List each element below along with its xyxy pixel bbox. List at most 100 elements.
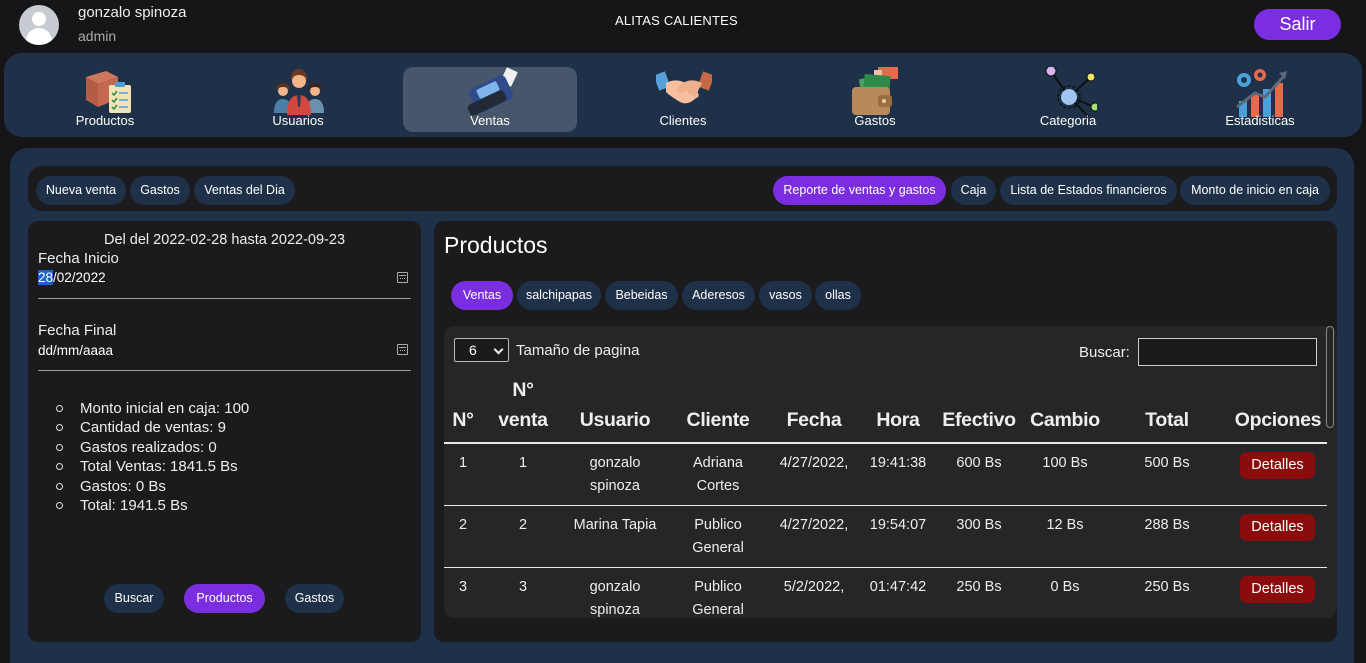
tab-salchipapas[interactable]: salchipapas	[517, 281, 601, 310]
nav-label: Clientes	[659, 113, 707, 128]
expenses-button[interactable]: Gastos	[130, 176, 190, 205]
search-input[interactable]	[1138, 338, 1317, 366]
summary-total: Total: 1941.5 Bs	[55, 496, 249, 515]
daily-sales-button[interactable]: Ventas del Dia	[194, 176, 295, 205]
start-date-input[interactable]: 28/02/2022	[38, 270, 106, 285]
cell-usuario: Marina Tapia	[560, 514, 670, 537]
cell-venta: 2	[518, 517, 528, 533]
col-idx: N°	[452, 409, 474, 431]
calendar-icon[interactable]	[397, 344, 408, 355]
start-date-underline	[38, 298, 411, 299]
details-button[interactable]: Detalles	[1240, 514, 1315, 541]
tab-aderesos[interactable]: Aderesos	[682, 281, 755, 310]
expenses-report-button[interactable]: Gastos	[285, 584, 344, 613]
row-divider	[444, 505, 1327, 506]
products-title: Productos	[444, 232, 548, 258]
cell-usuario-line1: gonzalo	[589, 579, 641, 595]
start-date-rest: /02/2022	[53, 270, 106, 285]
nav-item-categoria[interactable]: Categoria	[981, 67, 1155, 132]
search-report-button[interactable]: Buscar	[104, 584, 164, 613]
cell-hora: 19:54:07	[869, 517, 927, 533]
nav-item-clientes[interactable]: Clientes	[596, 67, 770, 132]
wallet-money-icon	[852, 67, 898, 115]
col-venta-line1: N°	[512, 379, 534, 401]
nav-item-ventas[interactable]: Ventas	[403, 67, 577, 132]
cell-cliente-line2: General	[692, 602, 744, 618]
nav-item-gastos[interactable]: Gastos	[788, 67, 962, 132]
nav-item-usuarios[interactable]: Usuarios	[211, 67, 385, 132]
cell-usuario-line2: spinoza	[590, 478, 640, 494]
cell-idx: 3	[458, 579, 468, 595]
start-date-label: Fecha Inicio	[38, 250, 119, 267]
tab-vasos[interactable]: vasos	[759, 281, 812, 310]
network-nodes-icon	[1045, 67, 1097, 117]
end-date-underline	[38, 370, 411, 371]
cell-hora: 01:47:42	[869, 579, 927, 595]
cell-cliente-line2: Cortes	[696, 478, 740, 494]
tab-ventas[interactable]: Ventas	[451, 281, 513, 310]
col-total: Total	[1145, 409, 1189, 431]
cell-fecha: 4/27/2022,	[779, 517, 849, 533]
calendar-icon[interactable]	[397, 272, 408, 283]
summary-sales-count: Cantidad de ventas: 9	[55, 418, 249, 437]
col-venta-line2: venta	[498, 409, 548, 431]
details-button[interactable]: Detalles	[1240, 576, 1315, 603]
cell-venta: 3	[518, 579, 528, 595]
nav-label: Estadisticas	[1225, 113, 1295, 128]
cell-efectivo: 600 Bs	[956, 455, 1002, 471]
tab-ollas[interactable]: ollas	[815, 281, 861, 310]
cell-cambio: 12 Bs	[1046, 517, 1084, 533]
col-fecha: Fecha	[786, 409, 842, 431]
tab-bebeidas[interactable]: Bebeidas	[605, 281, 678, 310]
col-efectivo: Efectivo	[942, 409, 1016, 431]
cell-cliente: Adriana Cortes	[673, 452, 763, 498]
cell-efectivo: 300 Bs	[956, 517, 1002, 533]
cell-cambio: 0 Bs	[1050, 579, 1080, 595]
cell-idx: 2	[458, 517, 468, 533]
financial-statements-button[interactable]: Lista de Estados financieros	[1000, 176, 1177, 205]
cell-usuario-line2: spinoza	[590, 602, 640, 618]
new-sale-button[interactable]: Nueva venta	[36, 176, 126, 205]
table-header-divider	[444, 442, 1327, 444]
cell-usuario: gonzalo spinoza	[560, 576, 670, 622]
cell-total: 288 Bs	[1144, 517, 1190, 533]
cell-cliente-line1: Publico	[694, 579, 742, 595]
nav-item-productos[interactable]: Productos	[18, 67, 192, 132]
nav-label: Categoria	[1039, 113, 1097, 128]
nav-label: Usuarios	[272, 113, 324, 128]
cell-usuario-line1: gonzalo	[589, 455, 641, 471]
nav-item-estadisticas[interactable]: Estadisticas	[1173, 67, 1347, 132]
cell-fecha: 4/27/2022,	[779, 455, 849, 471]
summary-total-sales: Total Ventas: 1841.5 Bs	[55, 457, 249, 476]
cell-total: 250 Bs	[1144, 579, 1190, 595]
table-scrollbar[interactable]	[1326, 326, 1334, 428]
user-name: gonzalo spinoza	[78, 4, 187, 21]
col-hora: Hora	[876, 409, 920, 431]
search-label: Buscar:	[1079, 344, 1130, 361]
products-report-button[interactable]: Productos	[184, 584, 265, 613]
report-button[interactable]: Reporte de ventas y gastos	[773, 176, 946, 205]
cell-cliente: Publico General	[673, 514, 763, 560]
cell-cliente-line1: Adriana	[693, 455, 743, 471]
top-bar: gonzalo spinoza admin ALITAS CALIENTES S…	[0, 0, 1366, 52]
cell-cliente-line1: Publico	[694, 517, 742, 533]
date-range-text: Del del 2022-02-28 hasta 2022-09-23	[103, 232, 346, 248]
report-summary-list: Monto inicial en caja: 100 Cantidad de v…	[55, 399, 249, 515]
page-size-label: Tamaño de pagina	[516, 342, 640, 359]
details-button[interactable]: Detalles	[1240, 452, 1315, 479]
col-opciones: Opciones	[1234, 409, 1322, 431]
end-date-input[interactable]: dd/mm/aaaa	[38, 343, 113, 358]
user-role: admin	[78, 28, 117, 44]
logout-button[interactable]: Salir	[1254, 9, 1341, 40]
col-cambio: Cambio	[1030, 409, 1100, 431]
cell-total: 500 Bs	[1144, 455, 1190, 471]
user-avatar-icon	[19, 5, 59, 45]
cell-fecha: 5/2/2022,	[783, 579, 845, 595]
cash-register-button[interactable]: Caja	[951, 176, 996, 205]
opening-amount-button[interactable]: Monto de inicio en caja	[1180, 176, 1330, 205]
col-cliente: Cliente	[686, 409, 750, 431]
page-size-select[interactable]: 6	[454, 338, 509, 362]
box-clipboard-icon	[86, 71, 131, 113]
page-size-value: 6	[469, 342, 477, 358]
stats-chart-icon	[1236, 69, 1287, 117]
